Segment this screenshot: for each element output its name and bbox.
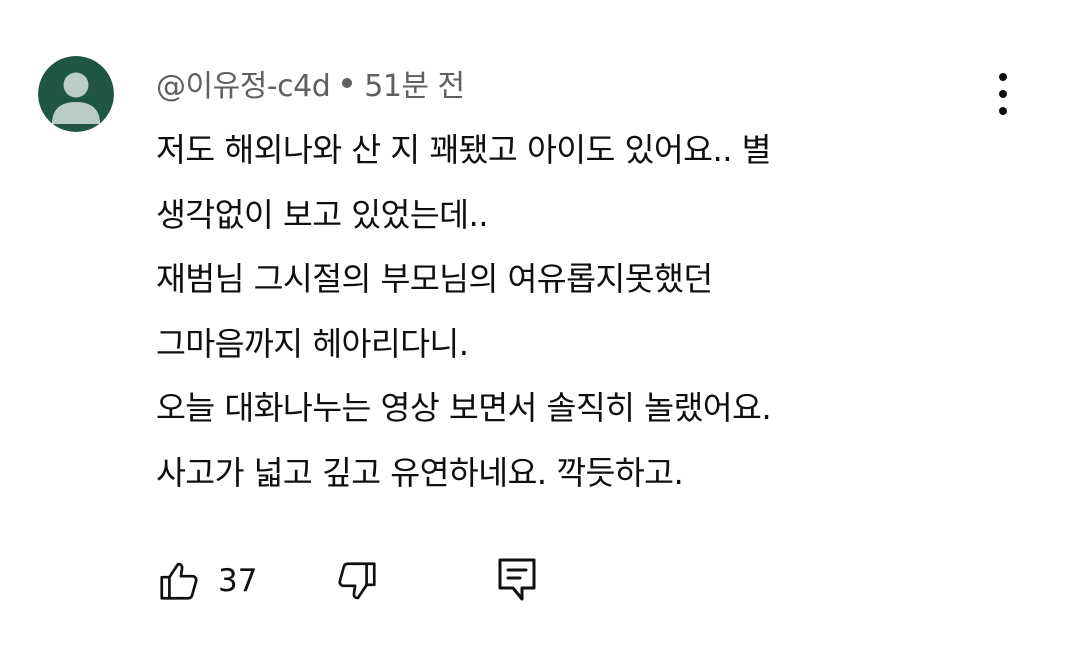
comment-text-line: 오늘 대화나누는 영상 보면서 솔직히 놀랬어요. [156,389,772,427]
comment-actions: 37 [0,550,1080,610]
author-name[interactable]: @이유정-c4d [156,61,331,105]
more-options-button[interactable] [986,68,1020,120]
comment-text-line: 사고가 넓고 깊고 유연하네요. 깍듯하고. [156,453,684,492]
separator-dot [342,78,353,88]
thumbs-down-icon [338,562,376,600]
comment-text-line: 재범님 그시절의 부모님의 여유롭지못했던 [156,260,713,298]
reply-button[interactable] [496,556,538,604]
reply-comment-icon [498,558,536,601]
avatar[interactable] [38,56,114,132]
dislike-button[interactable] [334,558,380,604]
more-vertical-icon-dot [999,90,1007,98]
like-count: 37 [218,563,258,599]
comment-text-line: 생각없이 보고 있었는데.. [156,195,489,234]
comment-text-line: 그마음까지 헤아리다니. [156,324,469,363]
comment-timestamp[interactable]: 51분 전 [364,61,465,105]
thumbs-up-icon [160,562,198,600]
more-vertical-icon-dot [999,73,1007,81]
comment-text-line: 저도 해외나와 산 지 꽤됐고 아이도 있어요.. 별 [156,131,772,169]
avatar-person-icon [38,56,114,132]
like-button[interactable] [156,558,202,604]
more-vertical-icon-dot [999,107,1007,115]
comment-item: @이유정-c4d 51분 전 저도 해외나와 산 지 꽤됐고 아이도 있어요..… [0,0,1080,649]
comment-text: 저도 해외나와 산 지 꽤됐고 아이도 있어요.. 별 생각없이 보고 있었는데… [156,118,1036,505]
comment-header: @이유정-c4d 51분 전 [156,62,465,104]
